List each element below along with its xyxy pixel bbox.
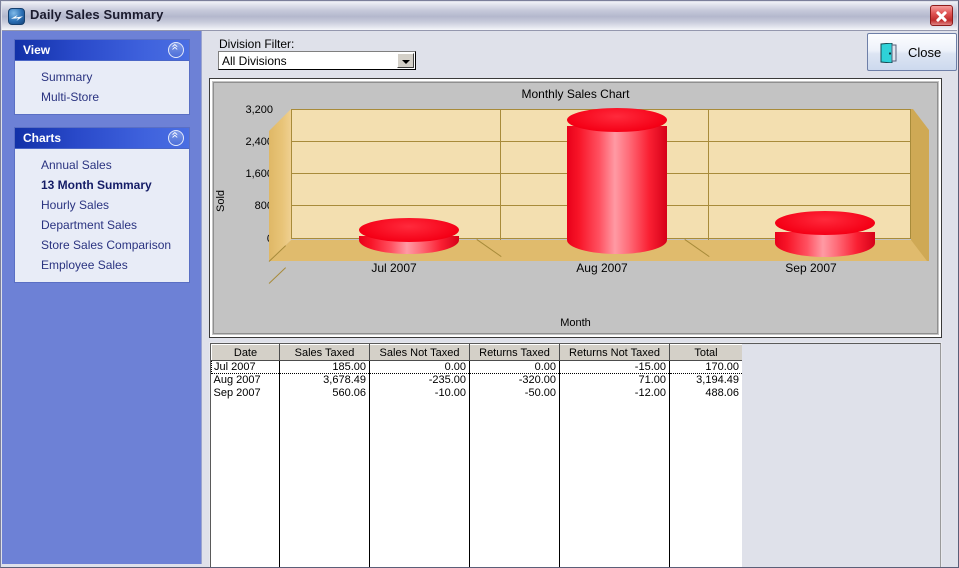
x-tick-label: Aug 2007	[576, 261, 628, 275]
chevron-up-icon[interactable]	[168, 42, 184, 58]
close-x-icon[interactable]	[930, 5, 953, 26]
content-area: Division Filter: All Divisions Close Mon…	[203, 31, 957, 567]
cell-date: Aug 2007	[211, 373, 280, 387]
cell-returns-taxed: -320.00	[469, 373, 560, 387]
title-bar: Daily Sales Summary	[2, 2, 957, 31]
column-header-returns-not-taxed[interactable]: Returns Not Taxed	[559, 344, 670, 361]
y-tick-label: 3,200	[245, 104, 273, 116]
cell-returns-taxed: 0.00	[469, 360, 560, 374]
chart-title: Monthly Sales Chart	[521, 87, 630, 101]
cell-sales-not-taxed: -235.00	[369, 373, 470, 387]
table-header-row: Date Sales Taxed Sales Not Taxed Returns…	[211, 344, 940, 361]
close-button-label: Close	[908, 45, 942, 60]
column-header-sales-taxed[interactable]: Sales Taxed	[279, 344, 370, 361]
chart-bar-sep-2007	[775, 211, 875, 257]
column-header-date[interactable]: Date	[211, 344, 280, 361]
close-button[interactable]: Close	[867, 33, 957, 71]
sales-data-grid[interactable]: Date Sales Taxed Sales Not Taxed Returns…	[209, 342, 942, 567]
sidebar-panel-charts: Charts Annual Sales 13 Month Summary Hou…	[14, 127, 190, 283]
column-header-total[interactable]: Total	[669, 344, 743, 361]
sidebar-item-annual-sales[interactable]: Annual Sales	[15, 155, 189, 175]
cell-sales-taxed: 3,678.49	[279, 373, 370, 387]
client-area: View Summary Multi-Store Charts Annual S…	[2, 31, 957, 567]
sidebar-item-store-sales-comparison[interactable]: Store Sales Comparison	[15, 235, 189, 255]
chart-x-axis-title: Month	[560, 317, 591, 329]
chart-left-wall	[269, 109, 291, 261]
cell-sales-taxed: 185.00	[279, 360, 370, 374]
column-header-sales-not-taxed[interactable]: Sales Not Taxed	[369, 344, 470, 361]
division-filter-select[interactable]: All Divisions	[218, 51, 416, 70]
cell-returns-not-taxed: -15.00	[559, 360, 670, 374]
table-row[interactable]: Jul 2007 185.00 0.00 0.00 -15.00 170.00	[211, 360, 940, 374]
chart-plot-area	[268, 108, 929, 284]
app-window: Daily Sales Summary View Summary Multi-S…	[0, 0, 959, 568]
y-tick-label: 800	[254, 200, 273, 212]
chevron-up-icon[interactable]	[168, 130, 184, 146]
sidebar-panel-view: View Summary Multi-Store	[14, 39, 190, 115]
column-header-spacer	[742, 344, 940, 361]
chart-right-edge	[911, 109, 929, 261]
sidebar-panel-charts-header[interactable]: Charts	[15, 128, 189, 149]
y-tick-label: 0	[227, 233, 273, 245]
exit-door-icon	[880, 43, 897, 63]
x-tick-label: Jul 2007	[371, 261, 417, 275]
table-row[interactable]: Aug 2007 3,678.49 -235.00 -320.00 71.00 …	[211, 373, 940, 387]
app-swoosh-icon	[8, 8, 25, 25]
column-header-returns-taxed[interactable]: Returns Taxed	[469, 344, 560, 361]
cell-sales-taxed: 560.06	[279, 386, 370, 400]
y-tick-label: 2,400	[245, 136, 273, 148]
chart-category-divider	[708, 110, 709, 240]
y-tick-label: 1,600	[245, 168, 273, 180]
division-filter-label: Division Filter:	[219, 37, 295, 51]
cell-total: 3,194.49	[669, 373, 743, 387]
chart-bar-jul-2007	[359, 218, 459, 254]
sidebar-item-13-month-summary[interactable]: 13 Month Summary	[15, 175, 189, 195]
sidebar-panel-charts-title: Charts	[23, 131, 62, 145]
cell-total: 488.06	[669, 386, 743, 400]
chart-x-axis-ticks: Jul 2007 Aug 2007 Sep 2007	[214, 261, 939, 281]
cell-total: 170.00	[669, 360, 743, 374]
chevron-down-icon[interactable]	[397, 53, 414, 68]
cell-spacer	[742, 373, 940, 387]
cell-date: Sep 2007	[211, 386, 280, 400]
sidebar-panel-view-body: Summary Multi-Store	[15, 61, 189, 114]
chart-canvas: Monthly Sales Chart Sold Month 3,200 2,4…	[213, 82, 938, 334]
cell-spacer	[742, 386, 940, 400]
sidebar-panel-charts-body: Annual Sales 13 Month Summary Hourly Sal…	[15, 149, 189, 282]
x-tick-label: Sep 2007	[785, 261, 837, 275]
cell-sales-not-taxed: 0.00	[369, 360, 470, 374]
chart-category-divider	[500, 110, 501, 240]
window-title: Daily Sales Summary	[30, 7, 164, 22]
cell-spacer	[742, 360, 940, 374]
sidebar-item-department-sales[interactable]: Department Sales	[15, 215, 189, 235]
cell-returns-not-taxed: 71.00	[559, 373, 670, 387]
cell-returns-not-taxed: -12.00	[559, 386, 670, 400]
table-row[interactable]: Sep 2007 560.06 -10.00 -50.00 -12.00 488…	[211, 386, 940, 400]
cell-date: Jul 2007	[211, 360, 280, 374]
cell-returns-taxed: -50.00	[469, 386, 560, 400]
sidebar-item-hourly-sales[interactable]: Hourly Sales	[15, 195, 189, 215]
sidebar-panel-view-title: View	[23, 43, 51, 57]
chart-panel: Monthly Sales Chart Sold Month 3,200 2,4…	[209, 78, 942, 338]
division-filter-value: All Divisions	[222, 54, 287, 68]
sidebar-item-employee-sales[interactable]: Employee Sales	[15, 255, 189, 275]
cell-sales-not-taxed: -10.00	[369, 386, 470, 400]
sales-table: Date Sales Taxed Sales Not Taxed Returns…	[211, 344, 940, 400]
sidebar-item-summary[interactable]: Summary	[15, 67, 189, 87]
sidebar-item-multi-store[interactable]: Multi-Store	[15, 87, 189, 107]
sidebar-panel-view-header[interactable]: View	[15, 40, 189, 61]
chart-y-axis-ticks: 3,200 2,400 1,600 800 0	[219, 83, 273, 335]
sidebar: View Summary Multi-Store Charts Annual S…	[2, 31, 202, 564]
chart-bar-aug-2007	[567, 108, 667, 254]
